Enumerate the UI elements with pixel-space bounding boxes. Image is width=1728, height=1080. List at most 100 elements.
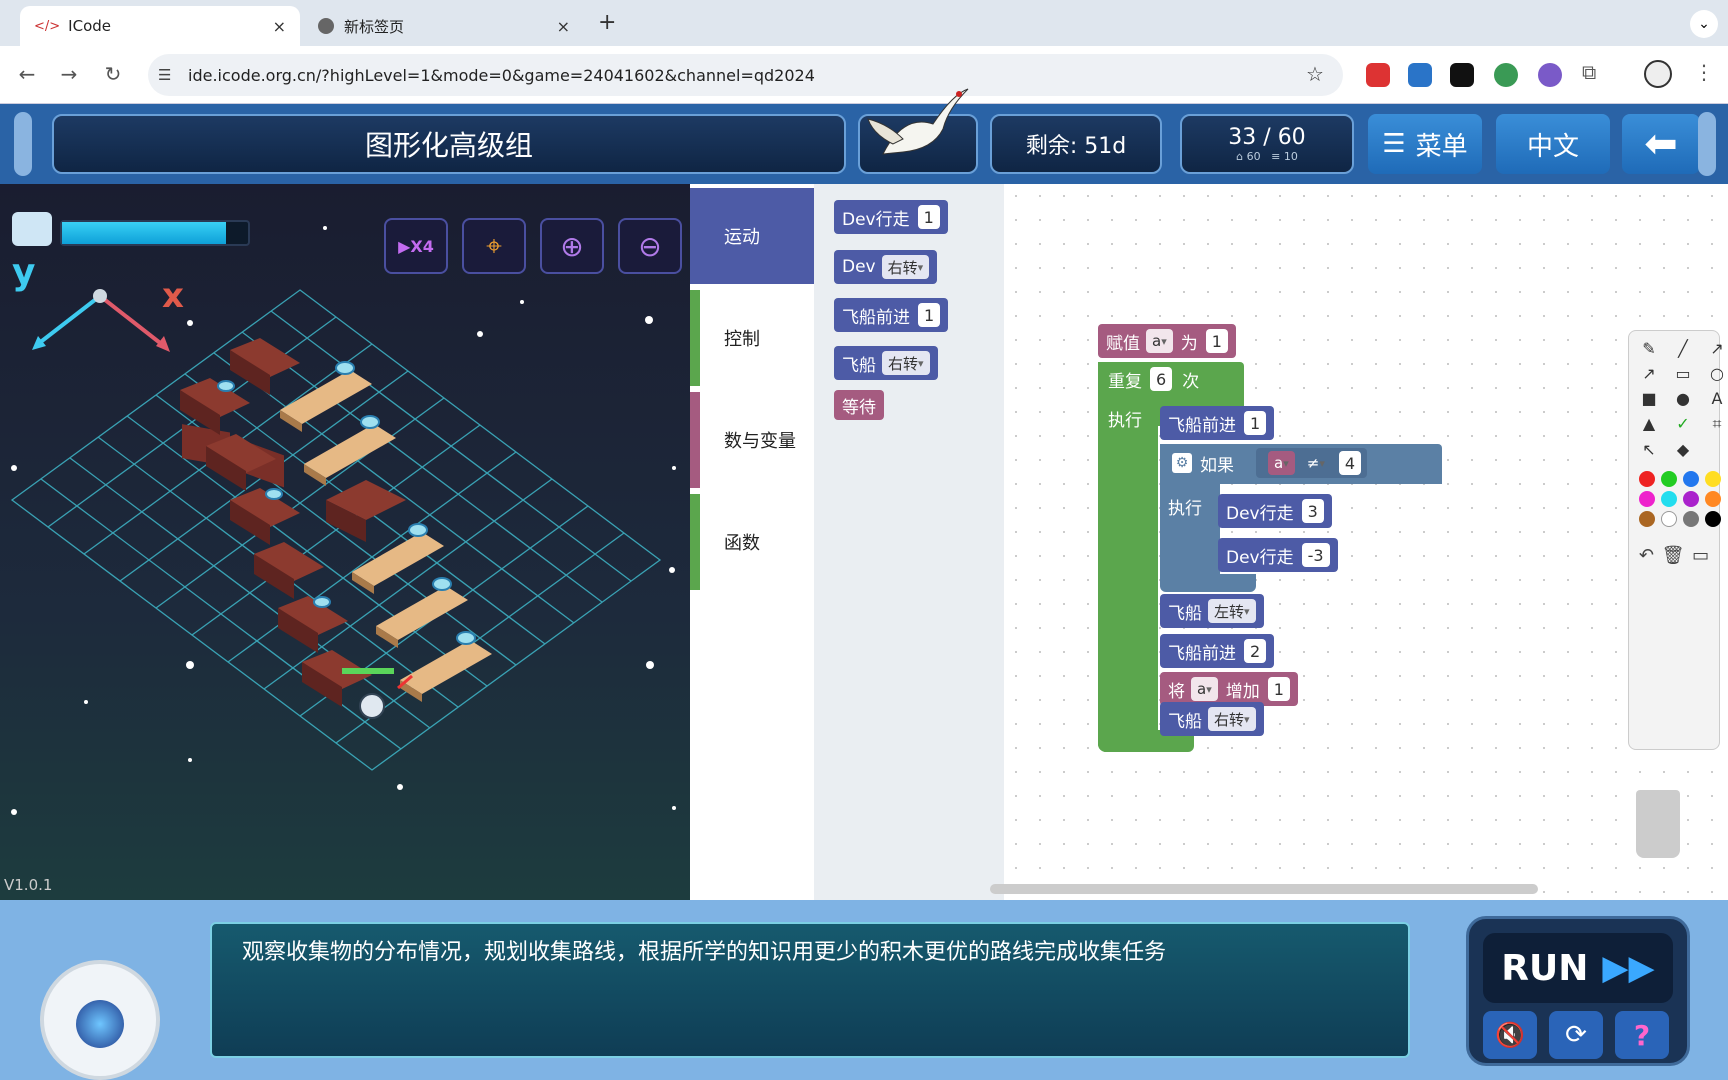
compare-block[interactable]: a ≠ 4 [1256, 448, 1368, 478]
direction-dropdown[interactable]: 右转 [881, 255, 930, 279]
number-input[interactable]: 2 [1244, 639, 1267, 663]
operator-dropdown[interactable]: ≠ [1301, 451, 1331, 475]
locate-button[interactable]: ⌖ [462, 218, 526, 274]
folder-icon[interactable]: ▭ [1692, 545, 1709, 566]
category-motion[interactable]: 运动 [690, 188, 814, 284]
ship-turn-block[interactable]: 飞船 左转 [1160, 594, 1264, 628]
number-input[interactable]: 1 [918, 303, 941, 327]
number-input[interactable]: 1 [1267, 677, 1290, 701]
color-swatch[interactable] [1639, 471, 1655, 487]
pin-icon[interactable]: ↗ [1635, 364, 1663, 383]
gear-icon[interactable]: ⚙ [1172, 453, 1192, 473]
extension-icon[interactable] [1538, 63, 1562, 87]
color-swatch[interactable] [1683, 511, 1699, 527]
number-input[interactable]: 6 [1150, 367, 1173, 391]
color-swatch[interactable] [1705, 511, 1721, 527]
undo-icon[interactable]: ↶ [1639, 545, 1654, 566]
category-functions[interactable]: 函数 [690, 494, 814, 590]
back-icon[interactable]: ← [14, 62, 40, 86]
menu-icon[interactable]: ⋮ [1694, 60, 1714, 84]
profile-icon[interactable] [1644, 60, 1672, 88]
circle-icon[interactable]: ○ [1703, 364, 1728, 383]
color-swatch[interactable] [1683, 491, 1699, 507]
crop-icon[interactable]: ⌗ [1703, 414, 1728, 434]
extension-icon[interactable] [1494, 63, 1518, 87]
color-swatch[interactable] [1639, 491, 1655, 507]
fill-rect-icon[interactable]: ■ [1635, 389, 1663, 408]
speed-button[interactable]: ▶X4 [384, 218, 448, 274]
puzzle-icon[interactable]: ⧉ [1582, 60, 1596, 84]
increment-block[interactable]: 将 a 增加 1 [1160, 672, 1298, 706]
color-swatch[interactable] [1661, 471, 1677, 487]
number-input[interactable]: 1 [1244, 411, 1267, 435]
close-tab-icon[interactable]: × [557, 17, 570, 36]
number-input[interactable]: 1 [917, 205, 940, 229]
brush-icon[interactable]: ✎ [1635, 339, 1663, 358]
ship-turn-block[interactable]: 飞船 右转 [1160, 702, 1264, 736]
trash-icon[interactable]: 🗑 [1662, 545, 1685, 566]
help-button[interactable]: ? [1615, 1011, 1669, 1059]
site-settings-icon[interactable]: ☰ [158, 66, 171, 84]
dev-turn-block[interactable]: Dev 右转 [834, 250, 938, 284]
reset-button[interactable]: ⟳ [1549, 1011, 1603, 1059]
zoom-in-button[interactable]: ⊕ [540, 218, 604, 274]
forward-icon[interactable]: → [56, 62, 82, 86]
arrow-icon[interactable]: ↗ [1703, 339, 1728, 358]
tab-new[interactable]: 新标签页 × [304, 6, 584, 46]
assign-block[interactable]: 赋值 a 为 1 [1098, 324, 1236, 358]
extension-icon[interactable] [1366, 63, 1390, 87]
bookmark-star-icon[interactable]: ☆ [1306, 62, 1324, 86]
wait-block[interactable]: 等待 [834, 390, 884, 420]
text-icon[interactable]: A [1703, 389, 1728, 408]
color-swatch[interactable] [1705, 491, 1721, 507]
color-swatch[interactable] [1661, 491, 1677, 507]
back-arrow-button[interactable]: ⬅ [1622, 114, 1700, 174]
dev-walk-block[interactable]: Dev行走 3 [1218, 494, 1332, 528]
color-swatch[interactable] [1661, 511, 1677, 527]
variable-dropdown[interactable]: a [1146, 329, 1173, 353]
fill-circle-icon[interactable]: ● [1669, 389, 1697, 408]
variable-dropdown[interactable]: a [1268, 451, 1295, 475]
number-input[interactable]: 3 [1301, 499, 1324, 523]
game-stage[interactable]: y x V1.0.1 [0, 184, 690, 900]
color-swatch[interactable] [1683, 471, 1699, 487]
menu-button[interactable]: ☰ 菜单 [1368, 114, 1482, 174]
category-control[interactable]: 控制 [690, 290, 814, 386]
reload-icon[interactable]: ↻ [100, 62, 126, 86]
check-icon[interactable]: ✓ [1669, 414, 1697, 434]
ship-forward-block[interactable]: 飞船前进 1 [1160, 406, 1275, 440]
tab-icode[interactable]: </> ICode × [20, 6, 300, 46]
horizontal-scrollbar[interactable] [990, 884, 1538, 894]
color-swatch[interactable] [1705, 471, 1721, 487]
dev-walk-block[interactable]: Dev行走 -3 [1218, 538, 1338, 572]
tab-search-icon[interactable]: ⌄ [1690, 10, 1718, 38]
category-variables[interactable]: 数与变量 [690, 392, 814, 488]
color-swatch[interactable] [1639, 511, 1655, 527]
run-button[interactable]: RUN ▶▶ [1483, 933, 1673, 1003]
triangle-icon[interactable]: ▲ [1635, 414, 1663, 434]
extension-icon[interactable] [1408, 63, 1432, 87]
number-input[interactable]: 4 [1338, 451, 1362, 475]
ship-forward-block[interactable]: 飞船前进 2 [1160, 634, 1275, 668]
url-field[interactable]: ide.icode.org.cn/?highLevel=1&mode=0&gam… [148, 54, 1343, 96]
extension-icon[interactable] [1450, 63, 1474, 87]
ship-turn-block[interactable]: 飞船 右转 [834, 346, 938, 380]
language-button[interactable]: 中文 [1496, 114, 1610, 174]
mute-button[interactable]: 🔇 [1483, 1011, 1537, 1059]
direction-dropdown[interactable]: 右转 [882, 351, 930, 375]
new-tab-button[interactable]: + [598, 10, 616, 35]
variable-dropdown[interactable]: a [1191, 677, 1218, 701]
trash-can-icon[interactable] [1636, 790, 1680, 858]
line-icon[interactable]: ╱ [1669, 339, 1697, 358]
repeat-block[interactable]: 重复 6 次 [1100, 362, 1207, 396]
if-block[interactable]: ⚙ 如果 a ≠ 4 [1164, 446, 1375, 480]
ship-forward-block[interactable]: 飞船前进 1 [834, 298, 949, 332]
direction-dropdown[interactable]: 左转 [1208, 599, 1256, 623]
zoom-out-button[interactable]: ⊖ [618, 218, 682, 274]
number-input[interactable]: 1 [1205, 329, 1228, 353]
rect-icon[interactable]: ▭ [1669, 364, 1697, 383]
pointer-icon[interactable]: ↖ [1635, 440, 1663, 459]
number-input[interactable]: -3 [1301, 543, 1330, 567]
eraser-icon[interactable]: ◆ [1669, 440, 1697, 459]
direction-dropdown[interactable]: 右转 [1208, 707, 1256, 731]
